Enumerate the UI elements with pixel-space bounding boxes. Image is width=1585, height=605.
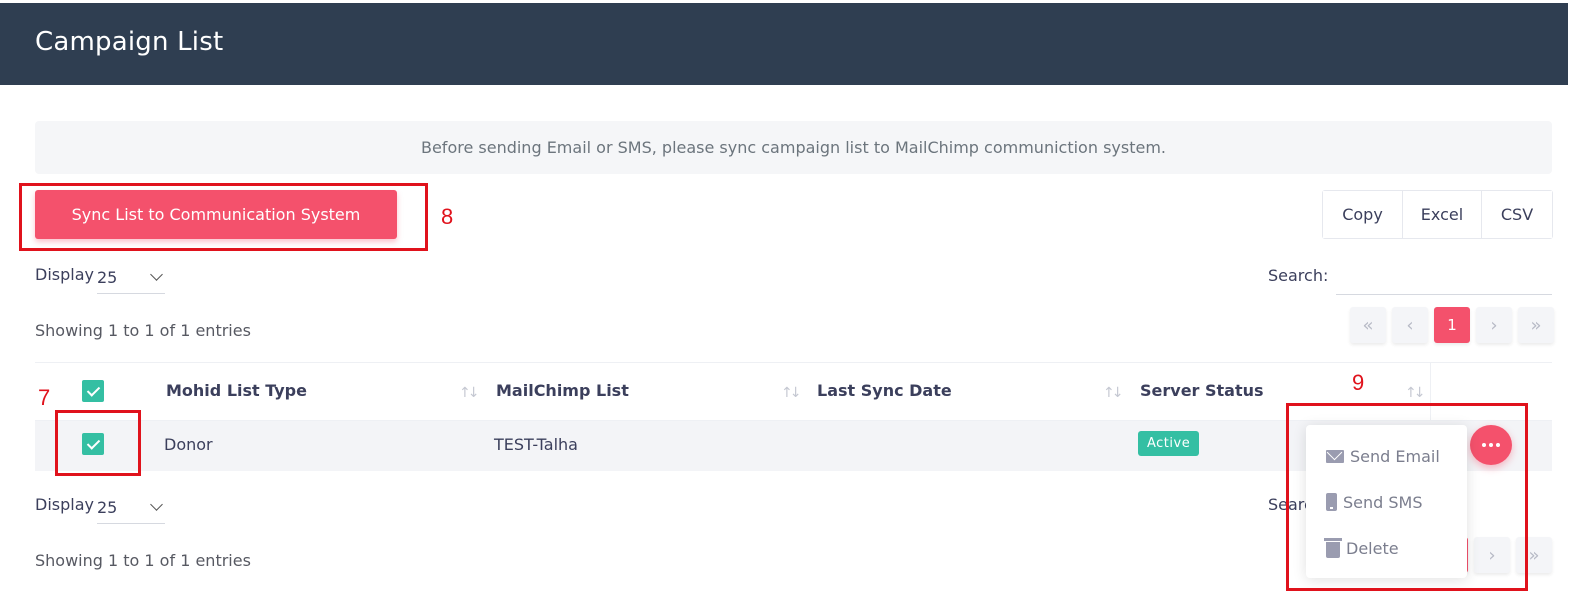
copy-button[interactable]: Copy xyxy=(1323,191,1403,238)
excel-button[interactable]: Excel xyxy=(1403,191,1482,238)
select-all-checkbox[interactable] xyxy=(82,380,104,402)
sort-icon[interactable]: ↑↓ xyxy=(459,385,480,401)
search-input[interactable] xyxy=(1336,294,1552,295)
page-size-select[interactable]: 25 xyxy=(97,266,165,294)
prev-page-button[interactable]: ‹ xyxy=(1392,307,1428,343)
display-label: Display xyxy=(35,265,94,284)
cell-list-type: Donor xyxy=(164,435,213,454)
entries-info: Showing 1 to 1 of 1 entries xyxy=(35,321,251,340)
last-page-button[interactable]: » xyxy=(1518,307,1554,343)
entries-info: Showing 1 to 1 of 1 entries xyxy=(35,551,251,570)
column-header-list-type[interactable]: Mohid List Type xyxy=(166,381,307,400)
annotation-box-9 xyxy=(1286,403,1528,591)
page-size-select[interactable]: 25 xyxy=(97,496,165,524)
display-label: Display xyxy=(35,495,94,514)
annotation-number-9: 9 xyxy=(1352,370,1365,395)
csv-button[interactable]: CSV xyxy=(1482,191,1552,238)
column-header-mailchimp-list[interactable]: MailChimp List xyxy=(496,381,629,400)
sync-notice: Before sending Email or SMS, please sync… xyxy=(35,121,1552,174)
page-size-value: 25 xyxy=(97,498,118,517)
annotation-number-8: 8 xyxy=(441,204,454,229)
page-1-button[interactable]: 1 xyxy=(1434,307,1470,343)
page-size-value: 25 xyxy=(97,268,118,287)
search-label: Search: xyxy=(1268,266,1329,285)
first-page-button[interactable]: « xyxy=(1350,307,1386,343)
next-page-button[interactable]: › xyxy=(1476,307,1512,343)
cell-mailchimp-list: TEST-Talha xyxy=(494,435,578,454)
pagination: « ‹ 1 › » xyxy=(1350,307,1554,343)
chevron-down-icon xyxy=(150,498,163,511)
annotation-box-7 xyxy=(55,410,141,476)
chevron-down-icon xyxy=(150,268,163,281)
page-header: Campaign List xyxy=(0,3,1568,85)
column-header-last-sync[interactable]: Last Sync Date xyxy=(817,381,952,400)
column-header-server-status[interactable]: Server Status xyxy=(1140,381,1264,400)
sort-icon[interactable]: ↑↓ xyxy=(1103,385,1124,401)
status-badge: Active xyxy=(1138,431,1200,456)
annotation-number-7: 7 xyxy=(38,385,51,410)
page-title: Campaign List xyxy=(35,27,224,57)
export-button-group: Copy Excel CSV xyxy=(1322,190,1553,239)
sort-icon[interactable]: ↑↓ xyxy=(781,385,802,401)
annotation-box-8 xyxy=(19,183,428,251)
sort-icon[interactable]: ↑↓ xyxy=(1405,385,1426,401)
